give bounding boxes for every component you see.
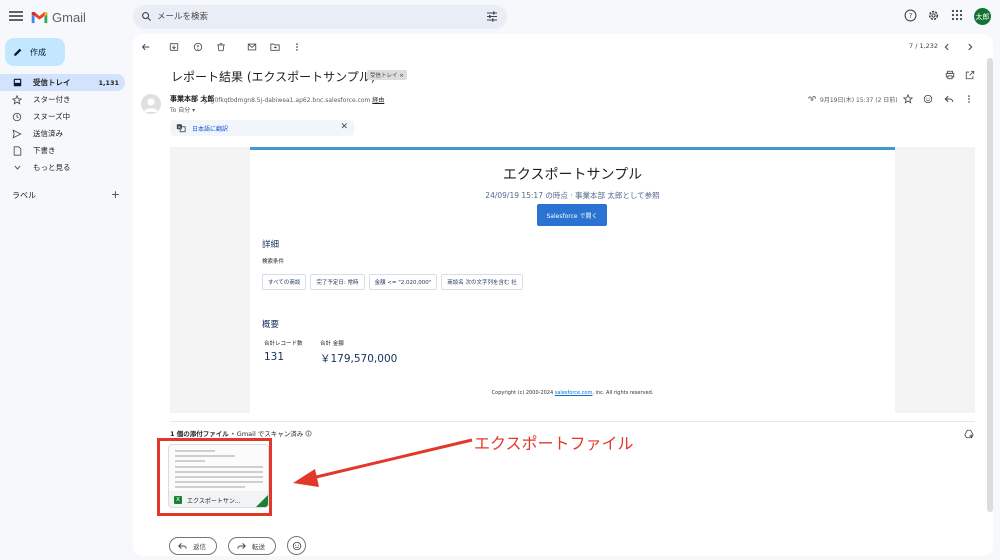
annotation-arrow-icon: [293, 438, 473, 487]
